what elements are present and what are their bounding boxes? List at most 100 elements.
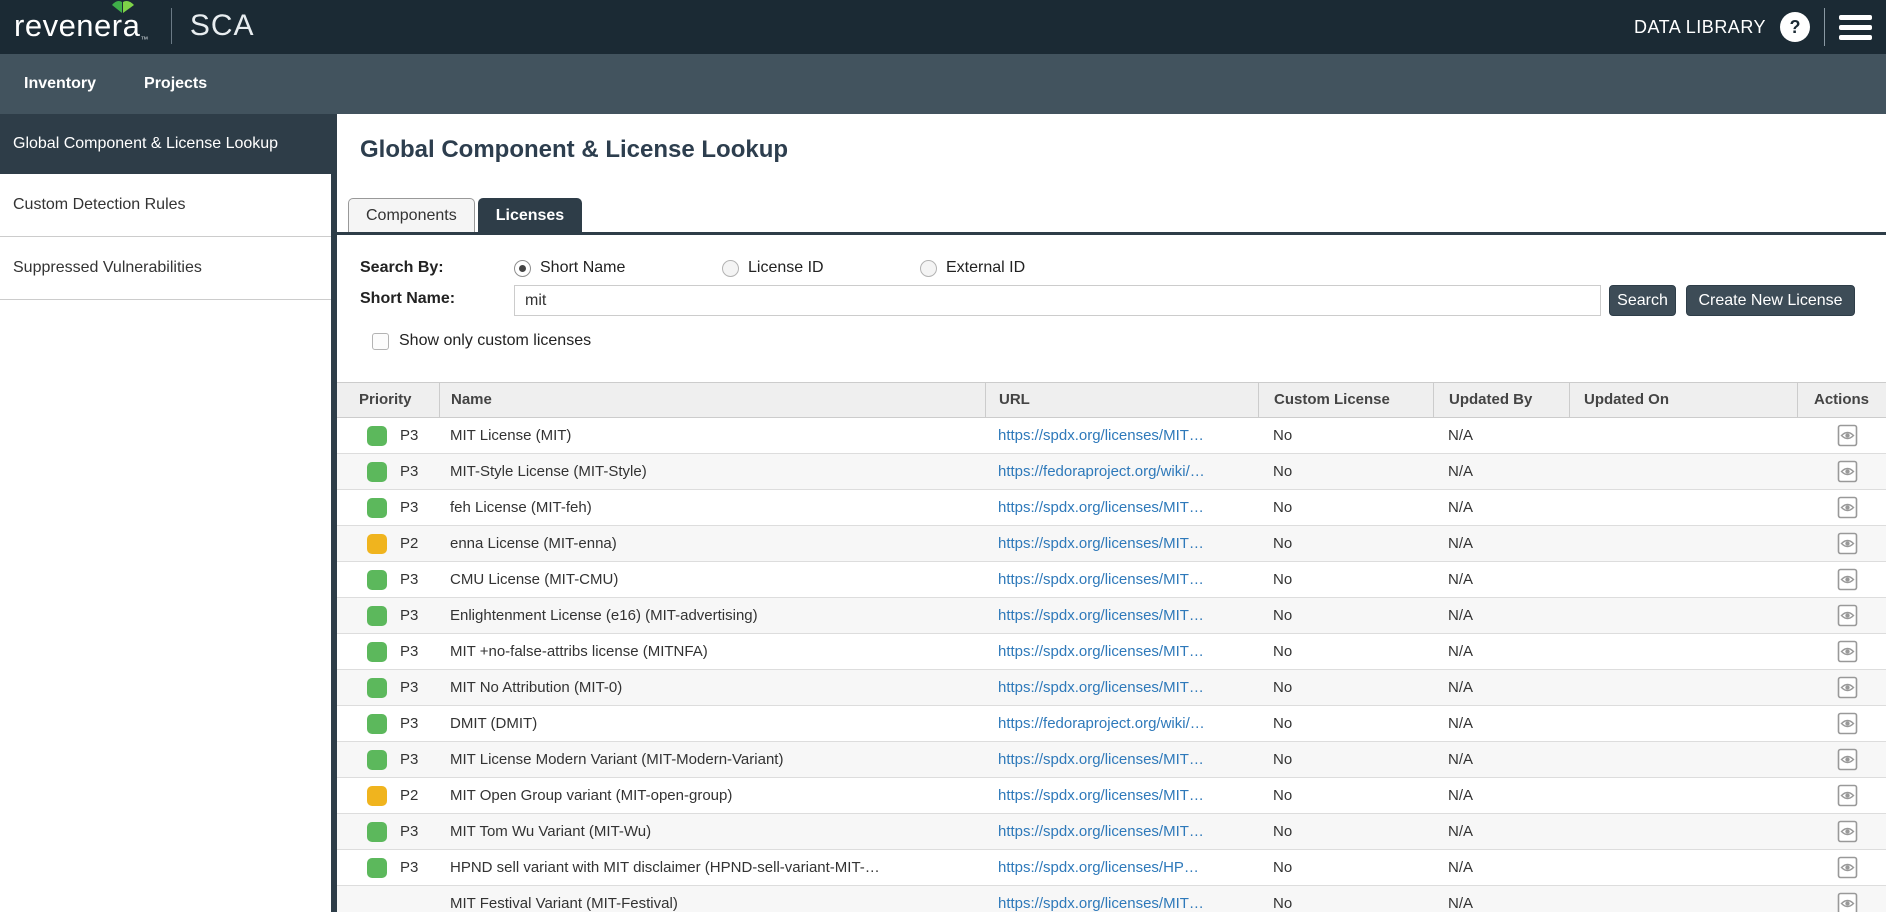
view-license-icon[interactable]	[1837, 532, 1858, 555]
short-name-input[interactable]	[514, 285, 1601, 316]
table-row: P3 MIT License Modern Variant (MIT-Moder…	[337, 742, 1886, 778]
license-url-link[interactable]: https://spdx.org/licenses/MIT…	[998, 787, 1204, 804]
url-cell: https://spdx.org/licenses/MIT…	[985, 814, 1258, 849]
updated-on-cell	[1569, 778, 1797, 813]
page-title: Global Component & License Lookup	[360, 136, 788, 164]
custom-license-cell: No	[1258, 526, 1433, 561]
app-window: revenera™ SCA DATA LIBRARY ? Inventory P…	[0, 0, 1886, 912]
license-url-link[interactable]: https://spdx.org/licenses/MIT…	[998, 535, 1204, 552]
sidebar-item-global-component-license-lookup[interactable]: Global Component & License Lookup	[0, 114, 331, 174]
license-url-link[interactable]: https://spdx.org/licenses/MIT…	[998, 427, 1204, 444]
view-license-icon[interactable]	[1837, 640, 1858, 663]
license-url-link[interactable]: https://fedoraproject.org/wiki/…	[998, 463, 1205, 480]
create-new-license-button[interactable]: Create New License	[1686, 285, 1855, 316]
search-button[interactable]: Search	[1609, 285, 1676, 316]
nav-item-projects[interactable]: Projects	[144, 67, 207, 101]
main-content: Global Component & License Lookup Compon…	[337, 114, 1886, 912]
menu-hamburger-icon[interactable]	[1839, 15, 1872, 40]
column-header-custom-license[interactable]: Custom License	[1258, 383, 1433, 417]
table-row: P3 CMU License (MIT-CMU) https://spdx.or…	[337, 562, 1886, 598]
tab-licenses[interactable]: Licenses	[478, 198, 582, 232]
view-license-icon[interactable]	[1837, 460, 1858, 483]
show-only-custom-licenses-checkbox[interactable]	[372, 333, 389, 350]
license-url-link[interactable]: https://spdx.org/licenses/MIT…	[998, 679, 1204, 696]
license-name-cell: MIT License Modern Variant (MIT-Modern-V…	[439, 742, 985, 777]
nav-item-inventory[interactable]: Inventory	[24, 67, 96, 101]
license-name-cell: MIT Festival Variant (MIT-Festival)	[439, 886, 985, 912]
table-body: P3 MIT License (MIT) https://spdx.org/li…	[337, 418, 1886, 912]
priority-badge	[367, 858, 387, 878]
actions-cell	[1797, 562, 1886, 597]
view-license-icon[interactable]	[1837, 892, 1858, 912]
table-row: P3 HPND sell variant with MIT disclaimer…	[337, 850, 1886, 886]
table-row: P2 MIT Open Group variant (MIT-open-grou…	[337, 778, 1886, 814]
help-icon[interactable]: ?	[1780, 12, 1810, 42]
priority-cell: P3	[337, 670, 439, 705]
sidebar-item-custom-detection-rules[interactable]: Custom Detection Rules	[0, 174, 331, 237]
search-by-row: Search By: Short Name License ID Externa…	[337, 254, 1886, 282]
updated-by-cell: N/A	[1433, 886, 1569, 912]
data-library-label[interactable]: DATA LIBRARY	[1634, 17, 1766, 38]
url-cell: https://spdx.org/licenses/MIT…	[985, 526, 1258, 561]
priority-cell: P3	[337, 850, 439, 885]
actions-cell	[1797, 706, 1886, 741]
license-url-link[interactable]: https://spdx.org/licenses/MIT…	[998, 895, 1204, 912]
updated-by-cell: N/A	[1433, 670, 1569, 705]
updated-on-cell	[1569, 814, 1797, 849]
search-by-radio-option[interactable]: License ID	[722, 254, 824, 282]
view-license-icon[interactable]	[1837, 784, 1858, 807]
view-license-icon[interactable]	[1837, 820, 1858, 843]
priority-badge	[367, 822, 387, 842]
updated-on-cell	[1569, 598, 1797, 633]
license-url-link[interactable]: https://fedoraproject.org/wiki/…	[998, 715, 1205, 732]
column-header-updated-by[interactable]: Updated By	[1433, 383, 1569, 417]
custom-license-cell: No	[1258, 562, 1433, 597]
column-header-priority[interactable]: Priority	[337, 383, 439, 417]
url-cell: https://spdx.org/licenses/MIT…	[985, 562, 1258, 597]
search-by-radio-option[interactable]: Short Name	[514, 254, 625, 282]
license-name-cell: MIT +no-false-attribs license (MITNFA)	[439, 634, 985, 669]
priority-label: P3	[400, 814, 418, 849]
view-license-icon[interactable]	[1837, 568, 1858, 591]
priority-label: P3	[400, 850, 418, 885]
updated-on-cell	[1569, 562, 1797, 597]
view-license-icon[interactable]	[1837, 496, 1858, 519]
priority-label: P3	[400, 562, 418, 597]
license-url-link[interactable]: https://spdx.org/licenses/MIT…	[998, 607, 1204, 624]
view-license-icon[interactable]	[1837, 676, 1858, 699]
url-cell: https://spdx.org/licenses/MIT…	[985, 886, 1258, 912]
updated-on-cell	[1569, 634, 1797, 669]
license-url-link[interactable]: https://spdx.org/licenses/MIT…	[998, 751, 1204, 768]
license-url-link[interactable]: https://spdx.org/licenses/MIT…	[998, 499, 1204, 516]
primary-nav: Inventory Projects	[0, 54, 1886, 114]
radio-option-label: Short Name	[540, 259, 625, 277]
view-license-icon[interactable]	[1837, 604, 1858, 627]
license-url-link[interactable]: https://spdx.org/licenses/MIT…	[998, 823, 1204, 840]
search-by-radio-option[interactable]: External ID	[920, 254, 1025, 282]
license-url-link[interactable]: https://spdx.org/licenses/MIT…	[998, 643, 1204, 660]
radio-button-icon[interactable]	[722, 260, 739, 277]
radio-button-icon[interactable]	[514, 260, 531, 277]
priority-badge	[367, 498, 387, 518]
sidebar-item-suppressed-vulnerabilities[interactable]: Suppressed Vulnerabilities	[0, 237, 331, 300]
radio-option-label: License ID	[748, 259, 824, 277]
revenera-leaf-icon	[110, 0, 136, 13]
column-header-name[interactable]: Name	[439, 383, 985, 417]
view-license-icon[interactable]	[1837, 748, 1858, 771]
column-header-url[interactable]: URL	[985, 383, 1258, 417]
license-url-link[interactable]: https://spdx.org/licenses/MIT…	[998, 571, 1204, 588]
view-license-icon[interactable]	[1837, 712, 1858, 735]
view-license-icon[interactable]	[1837, 856, 1858, 879]
url-cell: https://spdx.org/licenses/MIT…	[985, 742, 1258, 777]
priority-badge	[367, 606, 387, 626]
column-header-updated-on[interactable]: Updated On	[1569, 383, 1797, 417]
custom-license-cell: No	[1258, 850, 1433, 885]
radio-button-icon[interactable]	[920, 260, 937, 277]
tab-components[interactable]: Components	[348, 198, 475, 232]
priority-label: P3	[400, 598, 418, 633]
custom-license-cell: No	[1258, 490, 1433, 525]
license-url-link[interactable]: https://spdx.org/licenses/HP…	[998, 859, 1199, 876]
custom-licenses-filter-row: Show only custom licenses	[337, 330, 1886, 352]
view-license-icon[interactable]	[1837, 424, 1858, 447]
header-divider	[1824, 8, 1825, 46]
